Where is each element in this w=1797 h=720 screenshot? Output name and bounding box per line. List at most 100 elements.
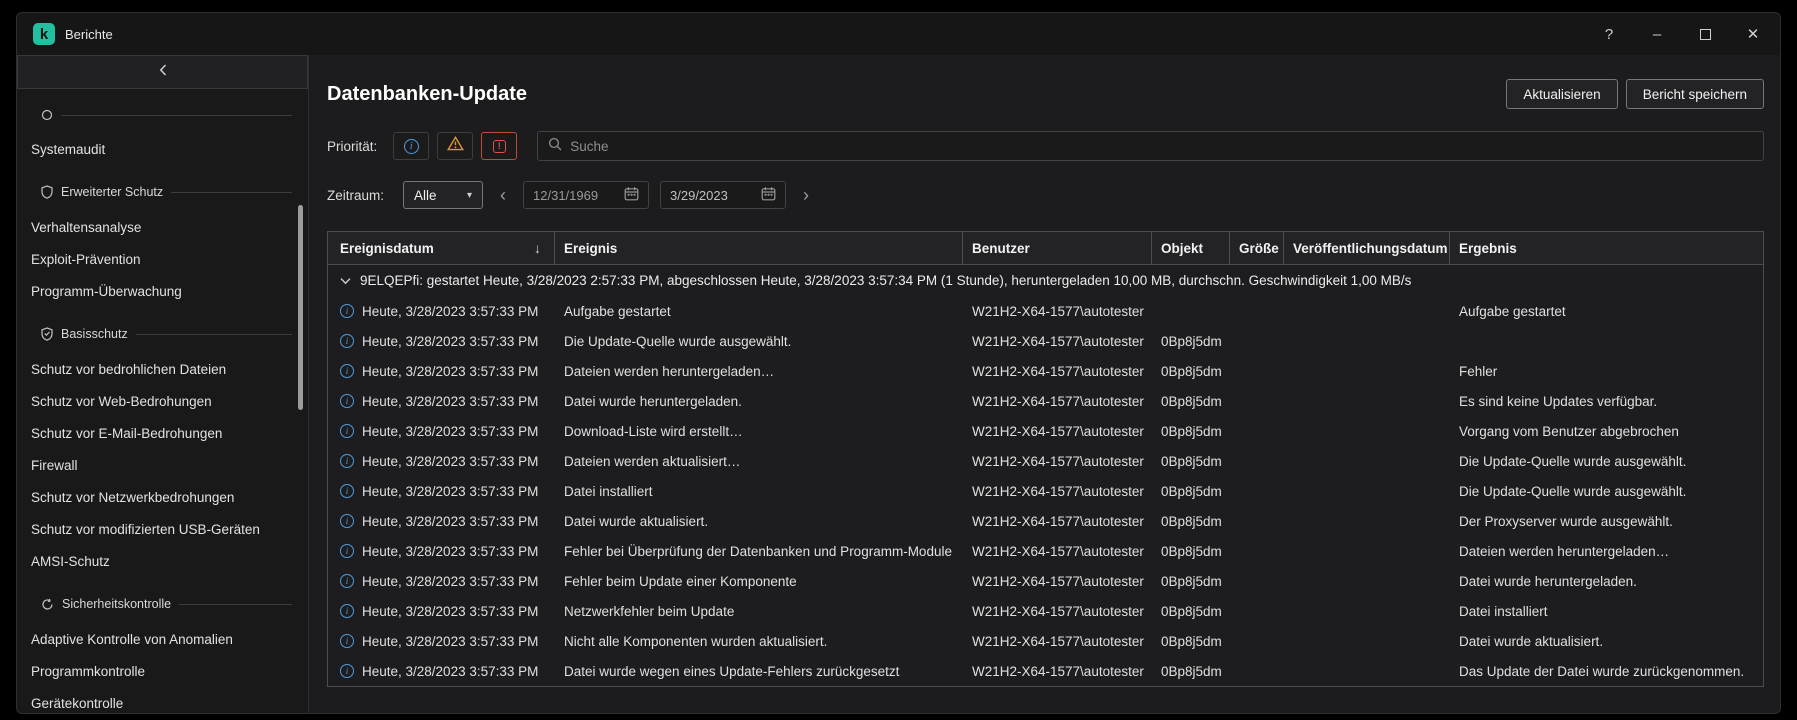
info-icon: i [340, 454, 354, 468]
event-row[interactable]: iHeute, 3/28/2023 3:57:33 PMDateien werd… [328, 356, 1763, 386]
table-header: Ereignisdatum↓EreignisBenutzerObjektGröß… [328, 232, 1763, 265]
user-cell: W21H2-X64-1577\autotester [962, 296, 1151, 326]
info-icon: i [340, 544, 354, 558]
calendar-icon [761, 186, 776, 204]
size-cell [1229, 296, 1283, 326]
maximize-button[interactable] [1688, 20, 1722, 48]
sidebar-item[interactable]: Exploit-Prävention [17, 243, 308, 275]
sidebar-item[interactable]: Systemaudit [17, 133, 308, 165]
result-cell: Die Update-Quelle wurde ausgewählt. [1449, 476, 1763, 506]
sidebar-item[interactable]: Verhaltensanalyse [17, 211, 308, 243]
refresh-button[interactable]: Aktualisieren [1506, 79, 1617, 109]
section-divider [61, 115, 292, 116]
period-select-value: Alle [414, 188, 437, 203]
sidebar-item[interactable]: Firewall [17, 449, 308, 481]
period-label: Zeitraum: [327, 188, 384, 203]
search-box [537, 131, 1764, 161]
window-controls: ? – ✕ [1592, 20, 1770, 48]
date-to-field[interactable]: 3/29/2023 [660, 181, 786, 209]
event-date-cell: iHeute, 3/28/2023 3:57:33 PM [328, 506, 554, 536]
info-icon: i [340, 514, 354, 528]
date-from-value: 12/31/1969 [533, 188, 598, 203]
sidebar-item[interactable]: Schutz vor Web-Bedrohungen [17, 385, 308, 417]
group-row[interactable]: 9ELQEPfi: gestartet Heute, 3/28/2023 2:5… [328, 265, 1763, 296]
user-cell: W21H2-X64-1577\autotester [962, 536, 1151, 566]
calendar-icon [624, 186, 639, 204]
column-header[interactable]: Ereignis [554, 232, 962, 264]
user-cell: W21H2-X64-1577\autotester [962, 626, 1151, 656]
size-cell [1229, 626, 1283, 656]
priority-info-toggle[interactable]: i [393, 132, 429, 160]
previous-period-button[interactable]: ‹ [494, 186, 512, 204]
sidebar-scrollbar[interactable] [298, 205, 303, 410]
event-row[interactable]: iHeute, 3/28/2023 3:57:33 PMNicht alle K… [328, 626, 1763, 656]
object-cell: 0Bp8j5dm [1151, 386, 1229, 416]
period-select[interactable]: Alle ▾ [403, 181, 483, 209]
event-row[interactable]: iHeute, 3/28/2023 3:57:33 PMNetzwerkfehl… [328, 596, 1763, 626]
minimize-button[interactable]: – [1640, 20, 1674, 48]
pubdate-cell [1283, 536, 1449, 566]
event-cell: Dateien werden heruntergeladen… [554, 356, 962, 386]
object-cell: 0Bp8j5dm [1151, 596, 1229, 626]
sidebar-item[interactable]: Programm-Überwachung [17, 275, 308, 307]
column-header[interactable]: Ergebnis [1449, 232, 1763, 264]
event-row[interactable]: iHeute, 3/28/2023 3:57:33 PMDateien werd… [328, 446, 1763, 476]
event-row[interactable]: iHeute, 3/28/2023 3:57:33 PMFehler beim … [328, 566, 1763, 596]
event-cell: Fehler beim Update einer Komponente [554, 566, 962, 596]
event-row[interactable]: iHeute, 3/28/2023 3:57:33 PMFehler bei Ü… [328, 536, 1763, 566]
event-row[interactable]: iHeute, 3/28/2023 3:57:33 PMDatei wurde … [328, 656, 1763, 686]
close-button[interactable]: ✕ [1736, 20, 1770, 48]
event-row[interactable]: iHeute, 3/28/2023 3:57:33 PMDatei wurde … [328, 506, 1763, 536]
save-report-button[interactable]: Bericht speichern [1626, 79, 1764, 109]
search-input[interactable] [570, 139, 1753, 154]
sidebar-item[interactable]: Adaptive Kontrolle von Anomalien [17, 623, 308, 655]
event-row[interactable]: iHeute, 3/28/2023 3:57:33 PMDatei wurde … [328, 386, 1763, 416]
column-header[interactable]: Größe [1229, 232, 1283, 264]
event-date: Heute, 3/28/2023 3:57:33 PM [362, 394, 538, 409]
column-header[interactable]: Objekt [1151, 232, 1229, 264]
date-from-field[interactable]: 12/31/1969 [523, 181, 649, 209]
object-cell: 0Bp8j5dm [1151, 506, 1229, 536]
info-icon: i [340, 334, 354, 348]
sidebar-section-header: Erweiterter Schutz [17, 171, 308, 211]
sidebar-collapse-button[interactable] [17, 55, 308, 89]
pubdate-cell [1283, 566, 1449, 596]
user-cell: W21H2-X64-1577\autotester [962, 446, 1151, 476]
event-cell: Netzwerkfehler beim Update [554, 596, 962, 626]
event-date-cell: iHeute, 3/28/2023 3:57:33 PM [328, 536, 554, 566]
object-cell: 0Bp8j5dm [1151, 536, 1229, 566]
sidebar-item[interactable]: Schutz vor modifizierten USB-Geräten [17, 513, 308, 545]
event-date-cell: iHeute, 3/28/2023 3:57:33 PM [328, 446, 554, 476]
date-to-value: 3/29/2023 [670, 188, 728, 203]
event-row[interactable]: iHeute, 3/28/2023 3:57:33 PMDatei instal… [328, 476, 1763, 506]
result-cell [1449, 326, 1763, 356]
priority-warning-toggle[interactable] [437, 132, 473, 160]
sidebar-item[interactable]: Schutz vor bedrohlichen Dateien [17, 353, 308, 385]
event-row[interactable]: iHeute, 3/28/2023 3:57:33 PMDownload-Lis… [328, 416, 1763, 446]
column-header[interactable]: Ereignisdatum↓ [328, 232, 554, 264]
event-date: Heute, 3/28/2023 3:57:33 PM [362, 364, 538, 379]
column-header[interactable]: Veröffentlichungsdatum [1283, 232, 1449, 264]
size-cell [1229, 596, 1283, 626]
sidebar-item[interactable]: Programmkontrolle [17, 655, 308, 687]
priority-row: Priorität: i ! [327, 131, 1764, 161]
next-period-button[interactable]: › [797, 186, 815, 204]
event-row[interactable]: iHeute, 3/28/2023 3:57:33 PMAufgabe gest… [328, 296, 1763, 326]
result-cell: Vorgang vom Benutzer abgebrochen [1449, 416, 1763, 446]
sidebar-item[interactable]: Gerätekontrolle [17, 687, 308, 713]
event-row[interactable]: iHeute, 3/28/2023 3:57:33 PMDie Update-Q… [328, 326, 1763, 356]
sidebar-item[interactable]: Schutz vor Netzwerkbedrohungen [17, 481, 308, 513]
column-header[interactable]: Benutzer [962, 232, 1151, 264]
event-date-cell: iHeute, 3/28/2023 3:57:33 PM [328, 356, 554, 386]
sidebar-item[interactable]: AMSI-Schutz [17, 545, 308, 577]
result-cell: Es sind keine Updates verfügbar. [1449, 386, 1763, 416]
audit-icon [41, 109, 53, 121]
help-button[interactable]: ? [1592, 20, 1626, 48]
info-icon: i [340, 664, 354, 678]
priority-critical-toggle[interactable]: ! [481, 132, 517, 160]
sidebar-item[interactable]: Schutz vor E-Mail-Bedrohungen [17, 417, 308, 449]
event-date: Heute, 3/28/2023 3:57:33 PM [362, 304, 538, 319]
info-icon: i [340, 394, 354, 408]
sidebar: Systemaudit Erweiterter SchutzVerhaltensa… [17, 55, 309, 713]
event-date-cell: iHeute, 3/28/2023 3:57:33 PM [328, 416, 554, 446]
